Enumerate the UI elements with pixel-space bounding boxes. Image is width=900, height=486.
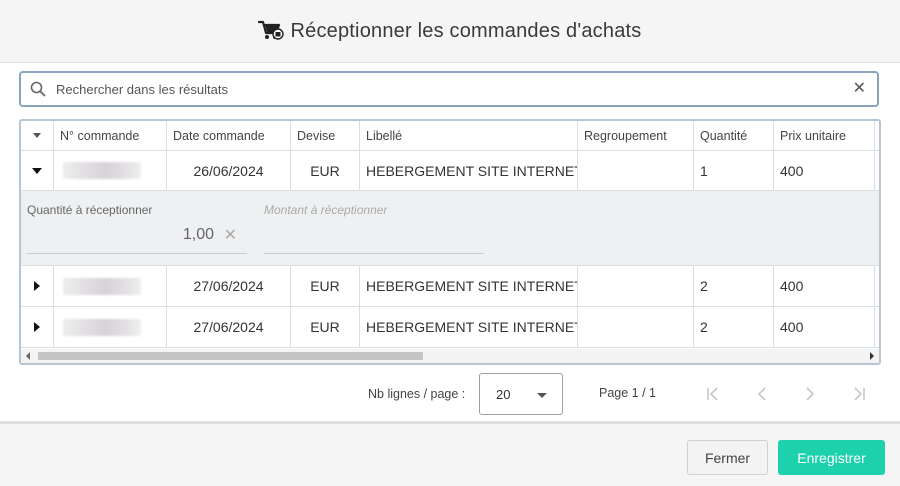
- grid-header-row: N° commande Date commande Devise Libellé…: [21, 121, 879, 151]
- column-header-grouping[interactable]: Regroupement: [578, 121, 694, 150]
- chevron-down-icon: [33, 133, 41, 138]
- search-icon: [30, 81, 46, 97]
- date-cell: 27/06/2024: [167, 266, 291, 306]
- column-header-date[interactable]: Date commande: [167, 121, 291, 150]
- page-info: Page 1 / 1: [599, 386, 656, 400]
- qty-to-receive-field[interactable]: 1,00 ✕: [27, 219, 247, 254]
- dialog-header: Réceptionner les commandes d'achats: [0, 0, 900, 63]
- cart-icon: [258, 20, 285, 40]
- save-button[interactable]: Enregistrer: [778, 440, 885, 475]
- currency-cell: EUR: [291, 151, 360, 190]
- chevron-right-icon: [34, 281, 40, 291]
- chevron-right-icon: [34, 322, 40, 332]
- date-cell: 27/06/2024: [167, 307, 291, 347]
- order-number-cell: [54, 266, 167, 306]
- currency-cell: EUR: [291, 307, 360, 347]
- caret-down-icon: [537, 393, 547, 398]
- last-page-icon[interactable]: [848, 383, 868, 405]
- label-cell: HEBERGEMENT SITE INTERNET: [360, 151, 578, 190]
- redacted-order-number: [63, 318, 141, 336]
- column-header-label[interactable]: Libellé: [360, 121, 578, 150]
- row-detail-panel: Quantité à réceptionner Montant à récept…: [21, 191, 879, 266]
- table-row[interactable]: 27/06/2024 EUR HEBERGEMENT SITE INTERNET…: [21, 307, 879, 348]
- grouping-cell: [578, 266, 694, 306]
- table-row[interactable]: 26/06/2024 EUR HEBERGEMENT SITE INTERNET…: [21, 151, 879, 191]
- column-header-quantity[interactable]: Quantité: [694, 121, 774, 150]
- grouping-cell: [578, 307, 694, 347]
- dialog-footer: Fermer Enregistrer: [0, 424, 900, 486]
- rows-per-page-label: Nb lignes / page :: [368, 387, 466, 401]
- scroll-left-icon[interactable]: [26, 352, 30, 360]
- chevron-down-icon: [32, 167, 42, 174]
- order-number-cell: [54, 307, 167, 347]
- amount-to-receive-label: Montant à réceptionner: [264, 203, 388, 217]
- row-expand-toggle[interactable]: [21, 266, 54, 306]
- label-cell: HEBERGEMENT SITE INTERNET: [360, 266, 578, 306]
- next-page-icon[interactable]: [800, 383, 820, 405]
- column-header-currency[interactable]: Devise: [291, 121, 360, 150]
- unit-price-cell: 400: [774, 307, 875, 347]
- dialog-title: Réceptionner les commandes d'achats: [290, 19, 642, 42]
- rows-per-page-select[interactable]: 20: [479, 373, 563, 415]
- row-collapse-toggle[interactable]: [21, 151, 54, 190]
- orders-grid: N° commande Date commande Devise Libellé…: [19, 119, 881, 365]
- pagination: Nb lignes / page : 20 Page 1 / 1: [0, 373, 900, 415]
- qty-to-receive-value: 1,00: [182, 226, 214, 243]
- scroll-right-icon[interactable]: [870, 352, 874, 360]
- horizontal-scrollbar[interactable]: [21, 349, 879, 363]
- redacted-order-number: [63, 162, 141, 179]
- qty-to-receive-label: Quantité à réceptionner: [27, 203, 153, 217]
- close-icon[interactable]: ✕: [853, 81, 866, 97]
- previous-page-icon[interactable]: [752, 383, 772, 405]
- clear-icon[interactable]: ✕: [224, 225, 237, 245]
- table-row[interactable]: 27/06/2024 EUR HEBERGEMENT SITE INTERNET…: [21, 266, 879, 307]
- row-expand-toggle[interactable]: [21, 307, 54, 347]
- expand-all-toggle[interactable]: [21, 121, 54, 150]
- column-header-order-number[interactable]: N° commande: [54, 121, 167, 150]
- quantity-cell: 2: [694, 307, 774, 347]
- first-page-icon[interactable]: [704, 383, 724, 405]
- redacted-order-number: [63, 277, 141, 295]
- unit-price-cell: 400: [774, 266, 875, 306]
- column-header-unit-price[interactable]: Prix unitaire: [774, 121, 875, 150]
- close-button[interactable]: Fermer: [687, 440, 768, 475]
- search-box: ✕: [19, 71, 879, 107]
- search-input[interactable]: [54, 80, 838, 98]
- order-number-cell: [54, 151, 167, 190]
- amount-to-receive-field[interactable]: [264, 219, 484, 254]
- quantity-cell: 2: [694, 266, 774, 306]
- date-cell: 26/06/2024: [167, 151, 291, 190]
- scrollbar-thumb[interactable]: [38, 352, 423, 360]
- unit-price-cell: 400: [774, 151, 875, 190]
- rows-per-page-value: 20: [496, 387, 511, 402]
- grouping-cell: [578, 151, 694, 190]
- currency-cell: EUR: [291, 266, 360, 306]
- label-cell: HEBERGEMENT SITE INTERNET: [360, 307, 578, 347]
- quantity-cell: 1: [694, 151, 774, 190]
